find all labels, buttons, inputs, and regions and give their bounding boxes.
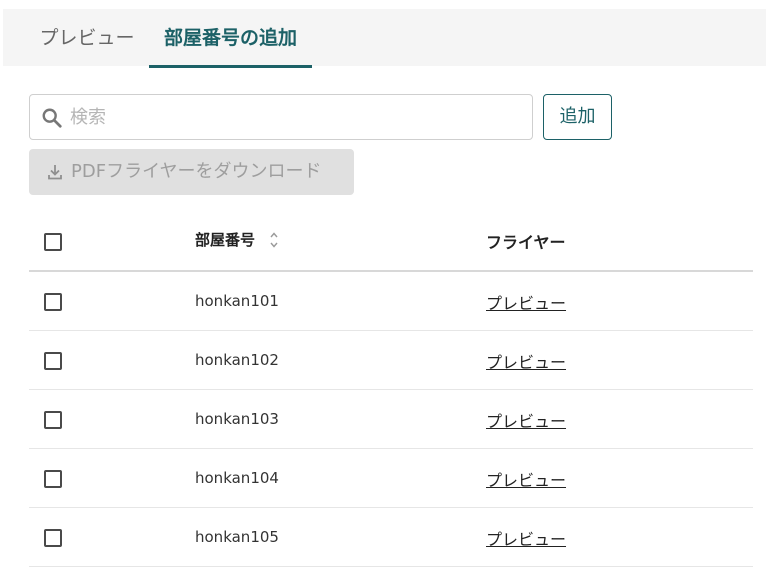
row-checkbox[interactable]: [44, 352, 62, 370]
table-row: honkan105 プレビュー: [29, 508, 753, 567]
table-row: honkan101 プレビュー: [29, 272, 753, 331]
room-number-cell: honkan104: [195, 469, 279, 487]
search-icon: [42, 108, 62, 128]
tab-preview[interactable]: プレビュー: [29, 9, 145, 68]
download-pdf-flyer-button[interactable]: PDFフライヤーをダウンロード: [29, 149, 354, 195]
table-header-row: 部屋番号 フライヤー: [29, 210, 753, 272]
search-box[interactable]: [29, 94, 533, 140]
room-number-cell: honkan101: [195, 292, 279, 310]
flyer-preview-link[interactable]: プレビュー: [486, 526, 566, 550]
table-row: honkan103 プレビュー: [29, 390, 753, 449]
table-row: honkan102 プレビュー: [29, 331, 753, 390]
table-row: honkan104 プレビュー: [29, 449, 753, 508]
flyer-preview-link[interactable]: プレビュー: [486, 290, 566, 314]
row-checkbox[interactable]: [44, 293, 62, 311]
room-number-cell: honkan105: [195, 528, 279, 546]
active-tab-indicator: [149, 65, 312, 68]
row-checkbox[interactable]: [44, 470, 62, 488]
add-button[interactable]: 追加: [543, 94, 612, 140]
download-icon: [48, 165, 62, 180]
tab-add-room-number[interactable]: 部屋番号の追加: [149, 9, 312, 68]
tab-bar: プレビュー 部屋番号の追加: [3, 9, 766, 68]
room-number-cell: honkan103: [195, 410, 279, 428]
room-number-cell: honkan102: [195, 351, 279, 369]
row-checkbox[interactable]: [44, 411, 62, 429]
tab-label: 部屋番号の追加: [163, 27, 297, 49]
flyer-preview-link[interactable]: プレビュー: [486, 349, 566, 373]
sort-icon[interactable]: [269, 230, 279, 250]
search-input[interactable]: [70, 96, 525, 138]
column-header-flyer: フライヤー: [486, 233, 566, 252]
select-all-checkbox[interactable]: [44, 233, 62, 251]
flyer-preview-link[interactable]: プレビュー: [486, 467, 566, 491]
room-table: 部屋番号 フライヤー honkan101 プレビュー honkan102 プレビ…: [29, 210, 753, 567]
download-pdf-flyer-label: PDFフライヤーをダウンロード: [71, 161, 322, 182]
column-header-room-number: 部屋番号: [195, 231, 256, 249]
flyer-preview-link[interactable]: プレビュー: [486, 408, 566, 432]
row-checkbox[interactable]: [44, 529, 62, 547]
